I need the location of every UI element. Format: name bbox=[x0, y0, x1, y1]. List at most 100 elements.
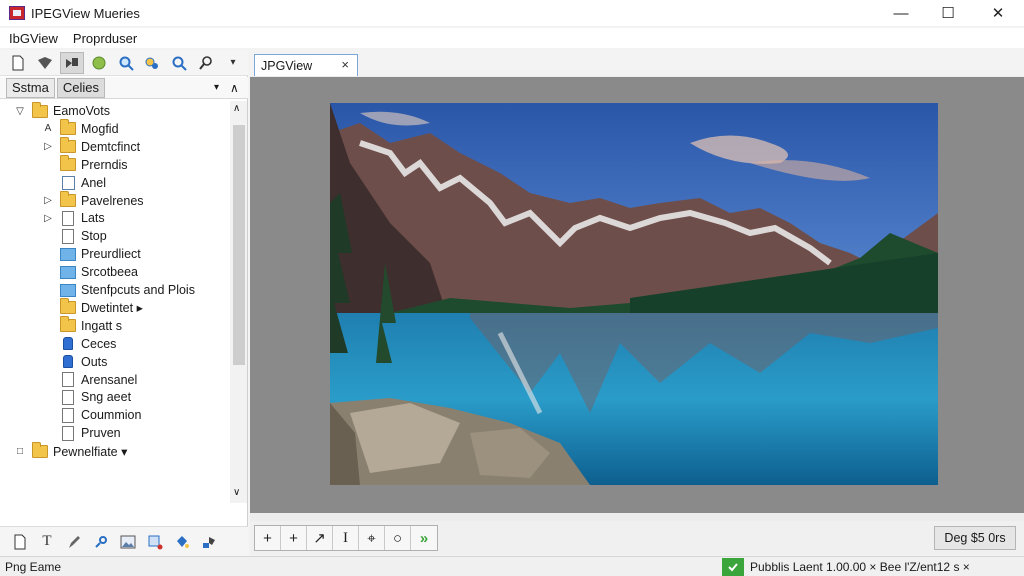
tree-item-label: Preurdliect bbox=[81, 247, 141, 262]
crosshair-button[interactable]: ⌖ bbox=[359, 526, 385, 550]
tree-item[interactable]: ▷ Lats bbox=[42, 209, 105, 227]
close-button[interactable]: ✕ bbox=[975, 0, 1021, 26]
pen-icon[interactable] bbox=[62, 531, 86, 553]
document-tabs: JPGView × bbox=[250, 50, 1024, 76]
tree-item[interactable]: A Mogfid bbox=[42, 119, 119, 138]
tree-item-label: Srcotbeea bbox=[81, 265, 138, 280]
image-toolbar: + + ↗ I ⌖ ○ » bbox=[254, 525, 438, 551]
tree-item-label: Dwetintet ▸ bbox=[81, 301, 143, 316]
folder-icon bbox=[32, 101, 48, 118]
tree-item-label: Anel bbox=[81, 175, 107, 190]
tab-menu-icon[interactable]: ▾ bbox=[214, 82, 219, 93]
globe-icon[interactable] bbox=[87, 52, 111, 74]
play-button[interactable]: » bbox=[411, 526, 437, 550]
panel-toolbar: ▾ bbox=[0, 50, 248, 76]
brush-icon[interactable] bbox=[89, 531, 113, 553]
tree-item[interactable]: Dwetintet ▸ bbox=[42, 298, 143, 317]
collapse-icon[interactable]: ∧ bbox=[230, 81, 239, 95]
tree-item-label: Mogfid bbox=[81, 121, 119, 136]
search-icon[interactable] bbox=[114, 52, 138, 74]
tree-item-label: Prerndis bbox=[81, 157, 128, 172]
tree-item[interactable]: Arensanel bbox=[42, 371, 137, 389]
tree-item[interactable]: Stenfpcuts and Plois bbox=[42, 281, 195, 299]
expand-arrow-icon[interactable]: ▽ bbox=[14, 106, 26, 117]
tree-item-label: EamoVots bbox=[53, 104, 110, 118]
doc-icon bbox=[62, 407, 74, 423]
bucket-icon[interactable] bbox=[170, 531, 194, 553]
tree-item[interactable]: Srcotbeea bbox=[42, 263, 138, 281]
tree-item[interactable]: ▷ Demtcfinct bbox=[42, 137, 141, 156]
menu-item-file[interactable]: IbGView bbox=[0, 31, 64, 46]
menu-bar: IbGView Proprduser bbox=[0, 28, 1024, 48]
page-icon[interactable] bbox=[8, 531, 32, 553]
dropdown-icon[interactable]: ▾ bbox=[221, 52, 245, 74]
crop-icon[interactable] bbox=[143, 531, 167, 553]
folder-icon bbox=[60, 316, 76, 333]
expand-arrow-icon[interactable]: A bbox=[42, 123, 54, 134]
image-canvas[interactable] bbox=[250, 77, 1024, 513]
status-right-text: Pubblis Laent 1.00.00 × Bee l'Z/ent12 s … bbox=[750, 560, 970, 574]
select-arrow-button[interactable]: ↗ bbox=[307, 526, 333, 550]
text-cursor-button[interactable]: I bbox=[333, 526, 359, 550]
scrollbar-thumb[interactable] bbox=[233, 125, 245, 365]
tree-item[interactable]: Stop bbox=[42, 227, 107, 245]
folder-icon bbox=[60, 155, 76, 172]
filter-icon[interactable] bbox=[140, 52, 164, 74]
tree-item-label: Demtcfinct bbox=[81, 139, 141, 154]
scroll-up-icon[interactable]: ∧ bbox=[233, 103, 240, 114]
folder-icon bbox=[32, 441, 48, 458]
find-icon[interactable] bbox=[194, 52, 218, 74]
text-icon[interactable]: T bbox=[35, 531, 59, 553]
tree-item-label: Pavelrenes bbox=[81, 193, 144, 208]
tree-item-label: Ingatt s bbox=[81, 318, 122, 333]
tree-item[interactable]: Outs bbox=[42, 353, 107, 371]
ellipse-button[interactable]: ○ bbox=[385, 526, 411, 550]
app-icon bbox=[9, 6, 25, 20]
doc-icon bbox=[62, 210, 74, 226]
add-button[interactable]: + bbox=[281, 526, 307, 550]
status-left-text: Png Eame bbox=[5, 559, 62, 574]
document-tab[interactable]: JPGView × bbox=[254, 54, 358, 76]
blue-icon bbox=[60, 265, 76, 279]
tree-item[interactable]: □ Pewnelfiate ▾ bbox=[14, 441, 127, 460]
tree-item[interactable]: Prerndis bbox=[42, 155, 128, 174]
expand-arrow-icon[interactable]: ▷ bbox=[42, 195, 54, 206]
tree-item-label: Coummion bbox=[81, 408, 142, 423]
tree-item[interactable]: Preurdliect bbox=[42, 245, 141, 263]
blue-icon bbox=[60, 283, 76, 297]
tree-item[interactable]: Ingatt s bbox=[42, 316, 122, 335]
tab-system[interactable]: Sstma bbox=[6, 77, 55, 98]
tab-close-icon[interactable]: × bbox=[341, 57, 349, 72]
expand-arrow-icon[interactable]: ▷ bbox=[42, 213, 54, 224]
expand-arrow-icon[interactable]: □ bbox=[14, 446, 26, 457]
minimize-button[interactable]: — bbox=[878, 0, 924, 26]
zoom-in-button[interactable]: + bbox=[255, 526, 281, 550]
save-icon[interactable] bbox=[33, 52, 57, 74]
maximize-button[interactable]: ☐ bbox=[925, 0, 971, 26]
image-icon[interactable] bbox=[116, 531, 140, 553]
doc-icon bbox=[62, 228, 74, 244]
tree-item[interactable]: Pruven bbox=[42, 424, 121, 442]
tree-scrollbar[interactable]: ∧ ∨ bbox=[230, 101, 247, 503]
tool-palette: T bbox=[0, 526, 248, 556]
lock-icon bbox=[63, 337, 73, 351]
scroll-down-icon[interactable]: ∨ bbox=[233, 487, 240, 498]
tree-item[interactable]: Sng aeet bbox=[42, 388, 131, 406]
stamp-icon[interactable] bbox=[197, 531, 221, 553]
status-bar: Png Eame Pubblis Laent 1.00.00 × Bee l'Z… bbox=[0, 556, 1024, 576]
display-button[interactable]: Deg $5 0rs bbox=[934, 526, 1016, 550]
tree-item[interactable]: Coummion bbox=[42, 406, 141, 424]
tree-item[interactable]: Ceces bbox=[42, 335, 116, 353]
zoom-icon[interactable] bbox=[167, 52, 191, 74]
doc-icon bbox=[62, 372, 74, 387]
tree-item[interactable]: Anel bbox=[42, 174, 106, 192]
tree-item[interactable]: ▽ EamoVots bbox=[14, 101, 110, 120]
tree-item[interactable]: ▷ Pavelrenes bbox=[42, 191, 144, 210]
expand-arrow-icon[interactable]: ▷ bbox=[42, 141, 54, 152]
new-file-icon[interactable] bbox=[6, 52, 30, 74]
tab-galleries[interactable]: Celies bbox=[56, 77, 105, 98]
folder-panel: ▾ Sstma Celies ▾ ∧ ▽ EamoVots A Mogfid ▷ Demt… bbox=[0, 50, 248, 526]
menu-item-product[interactable]: Proprduser bbox=[64, 31, 143, 46]
tree-item-label: Outs bbox=[81, 354, 108, 369]
tools-icon[interactable] bbox=[59, 51, 84, 74]
